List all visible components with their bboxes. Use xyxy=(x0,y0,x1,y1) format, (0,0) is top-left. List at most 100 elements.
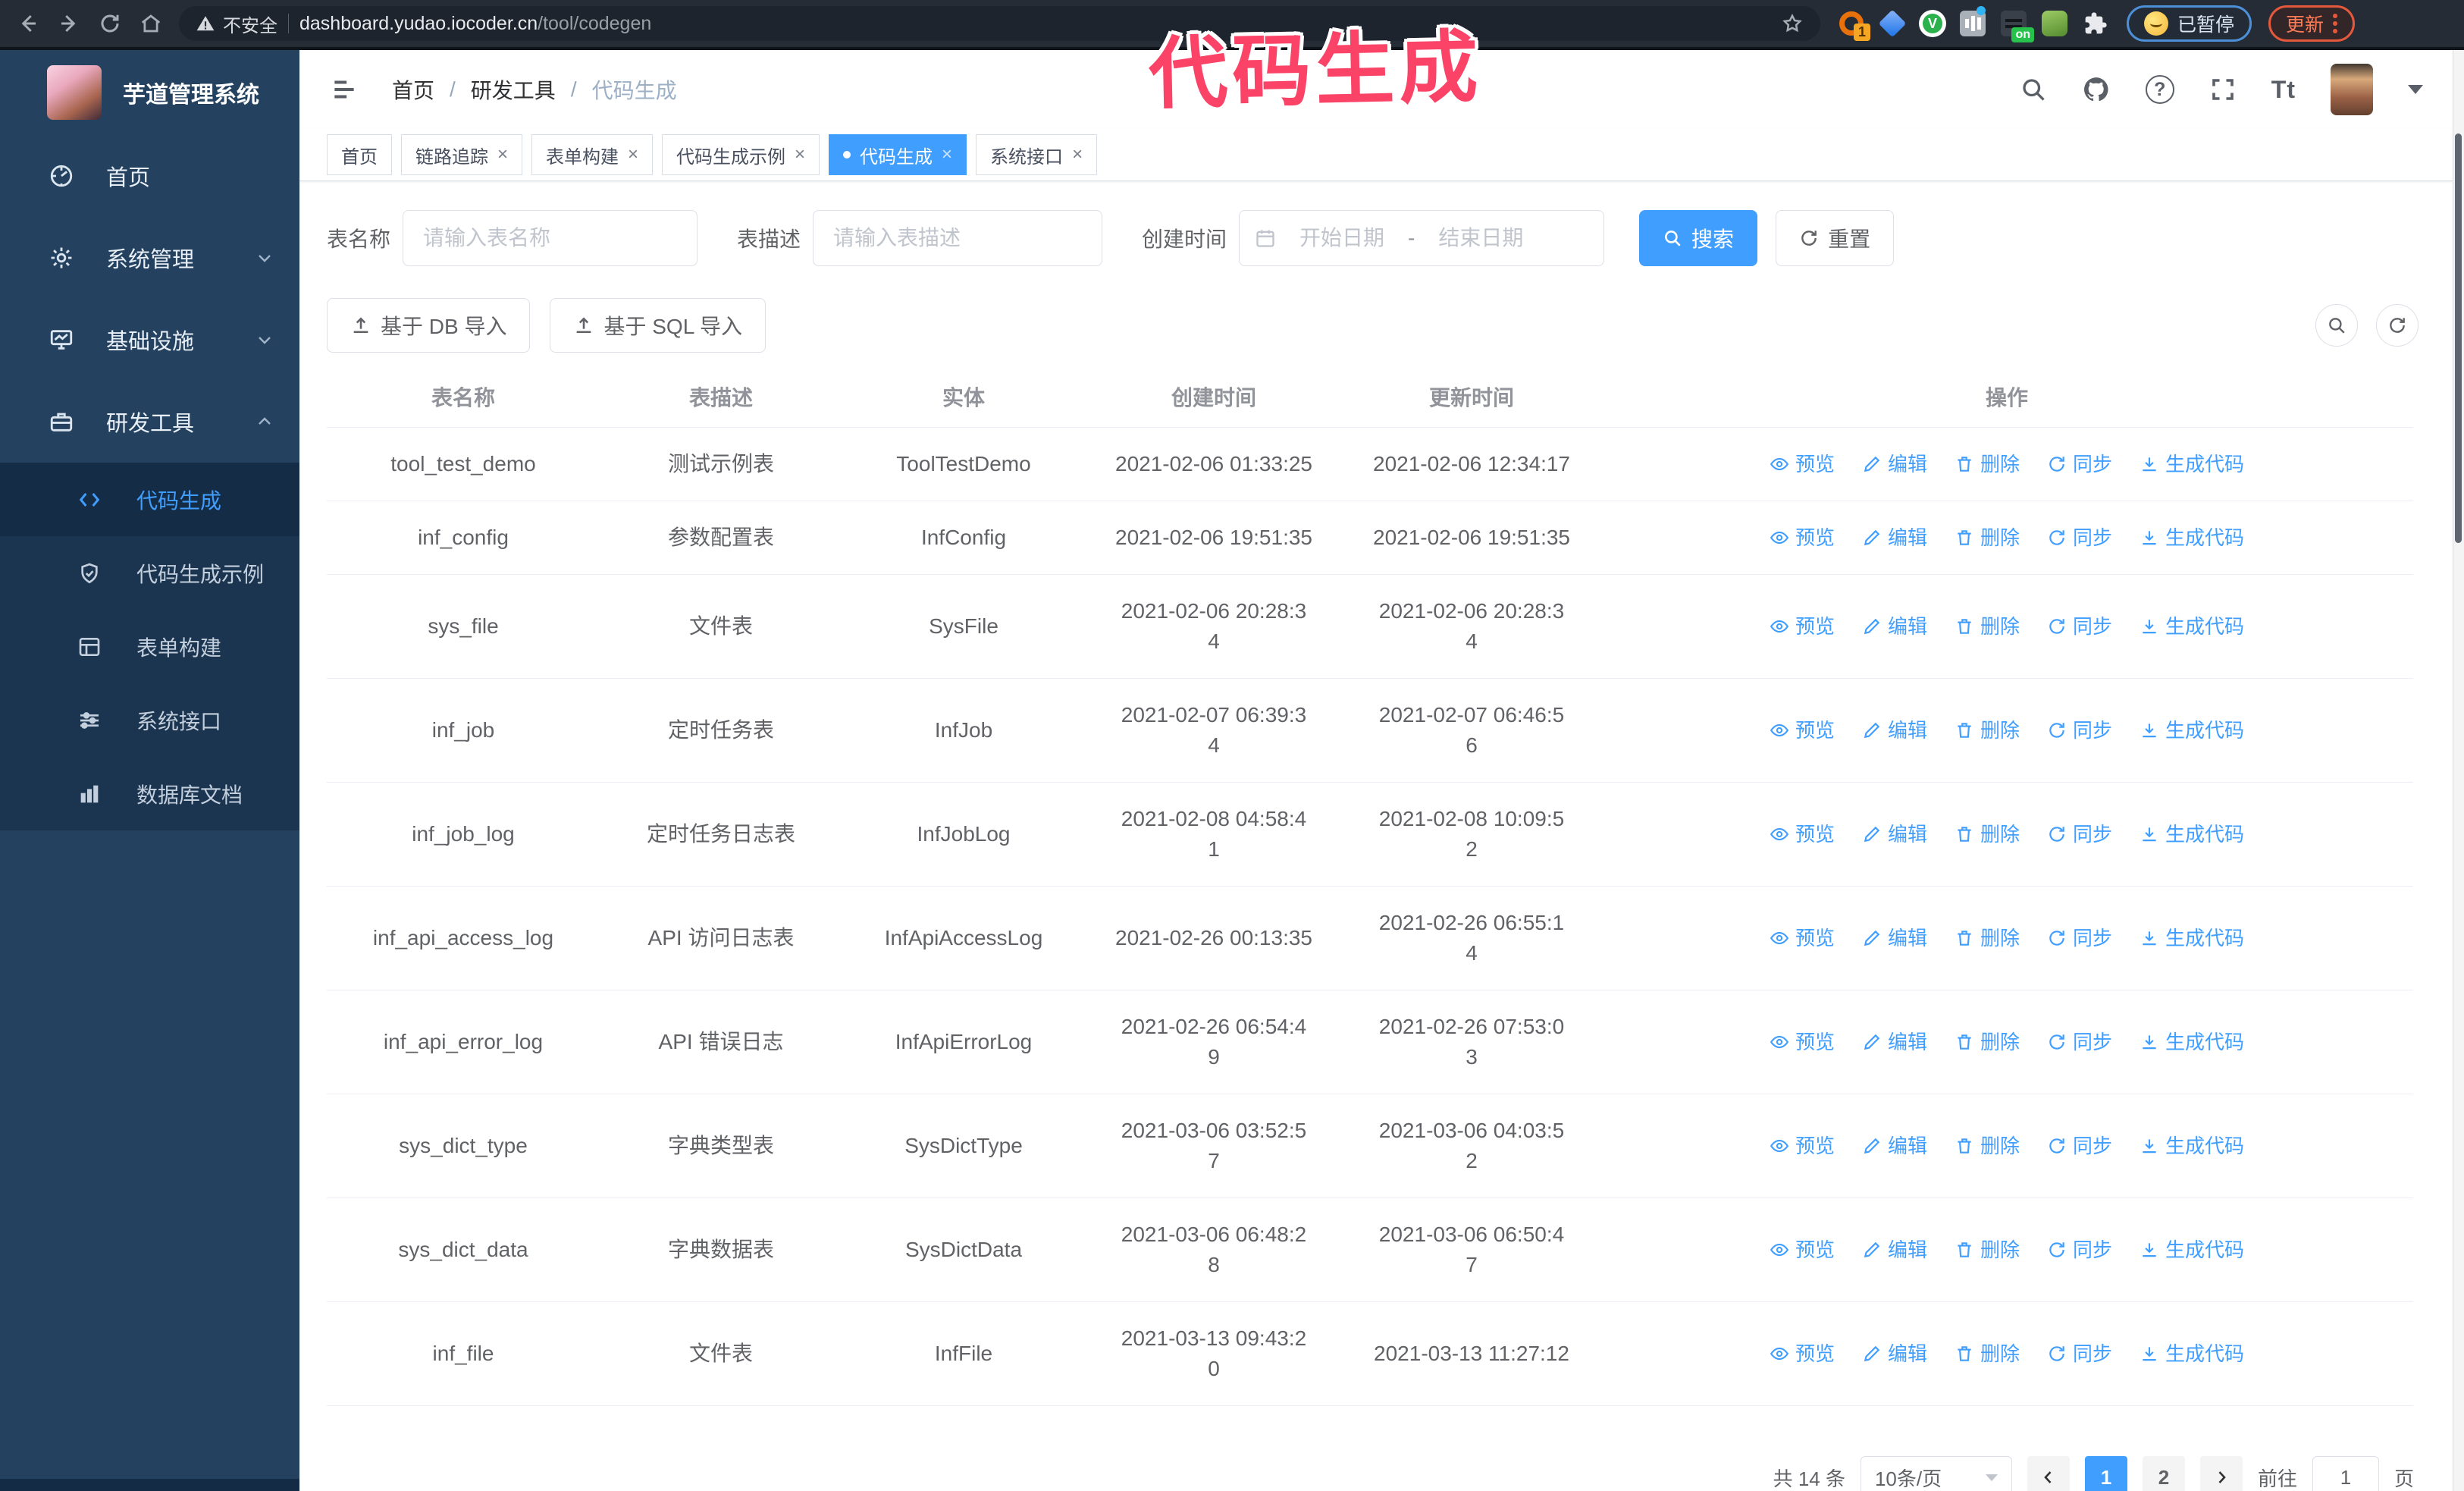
start-date-input[interactable] xyxy=(1284,225,1401,251)
avatar[interactable] xyxy=(2331,64,2373,115)
prev-page-button[interactable] xyxy=(2027,1456,2070,1491)
close-icon[interactable] xyxy=(942,146,952,164)
submenu-item-db-doc[interactable]: 数据库文档 xyxy=(0,757,299,830)
generate-code-link[interactable]: 生成代码 xyxy=(2140,523,2244,553)
delete-link[interactable]: 删除 xyxy=(1955,923,2020,953)
preview-link[interactable]: 预览 xyxy=(1770,1131,1835,1161)
app-logo-row[interactable]: 芋道管理系统 xyxy=(0,50,299,135)
generate-code-link[interactable]: 生成代码 xyxy=(2140,715,2244,746)
sync-link[interactable]: 同步 xyxy=(2047,523,2112,553)
submenu-item-form-builder[interactable]: 表单构建 xyxy=(0,610,299,683)
edit-link[interactable]: 编辑 xyxy=(1862,923,1927,953)
bookmark-star-icon[interactable] xyxy=(1781,12,1804,35)
avatar-caret-icon[interactable] xyxy=(2408,85,2423,94)
db-import-button[interactable]: 基于 DB 导入 xyxy=(327,298,531,353)
generate-code-link[interactable]: 生成代码 xyxy=(2140,1027,2244,1057)
submenu-item-codegen-example[interactable]: 代码生成示例 xyxy=(0,536,299,610)
table-name-input[interactable] xyxy=(403,210,698,266)
paused-chip[interactable]: 已暂停 xyxy=(2127,5,2252,42)
address-bar[interactable]: 不安全 dashboard.yudao.iocoder.cn/tool/code… xyxy=(179,6,1820,41)
preview-link[interactable]: 预览 xyxy=(1770,1027,1835,1057)
tab-tracing[interactable]: 链路追踪 xyxy=(401,134,523,175)
delete-link[interactable]: 删除 xyxy=(1955,523,2020,553)
page-size-select[interactable]: 10条/页 xyxy=(1860,1456,2012,1491)
extensions-puzzle-icon[interactable] xyxy=(2081,9,2110,38)
generate-code-link[interactable]: 生成代码 xyxy=(2140,449,2244,479)
sync-link[interactable]: 同步 xyxy=(2047,1131,2112,1161)
preview-link[interactable]: 预览 xyxy=(1770,1235,1835,1265)
page-scrollbar[interactable] xyxy=(2453,50,2464,1491)
search-button[interactable]: 搜索 xyxy=(1639,210,1758,266)
sql-import-button[interactable]: 基于 SQL 导入 xyxy=(550,298,766,353)
edit-link[interactable]: 编辑 xyxy=(1862,819,1927,849)
edit-link[interactable]: 编辑 xyxy=(1862,449,1927,479)
sync-link[interactable]: 同步 xyxy=(2047,449,2112,479)
submenu-item-codegen[interactable]: 代码生成 xyxy=(0,463,299,536)
sidebar-item-home[interactable]: 首页 xyxy=(0,135,299,217)
sync-link[interactable]: 同步 xyxy=(2047,1339,2112,1369)
edit-link[interactable]: 编辑 xyxy=(1862,523,1927,553)
extension-icon-monkey[interactable] xyxy=(2040,9,2069,38)
sync-link[interactable]: 同步 xyxy=(2047,611,2112,642)
delete-link[interactable]: 删除 xyxy=(1955,715,2020,746)
fullscreen-icon[interactable] xyxy=(2209,76,2237,103)
font-size-icon[interactable]: Tt xyxy=(2271,76,2296,104)
tab-home[interactable]: 首页 xyxy=(327,134,392,175)
extension-icon-columns[interactable] xyxy=(1958,6,1987,38)
page-button-2[interactable]: 2 xyxy=(2142,1456,2185,1491)
breadcrumb-item[interactable]: 首页 xyxy=(392,74,434,105)
github-icon[interactable] xyxy=(2082,75,2111,104)
reset-button[interactable]: 重置 xyxy=(1776,210,1895,266)
end-date-input[interactable] xyxy=(1422,225,1540,251)
generate-code-link[interactable]: 生成代码 xyxy=(2140,611,2244,642)
tab-system-api[interactable]: 系统接口 xyxy=(976,134,1098,175)
delete-link[interactable]: 删除 xyxy=(1955,449,2020,479)
refresh-table-button[interactable] xyxy=(2376,304,2419,347)
toggle-search-button[interactable] xyxy=(2315,304,2358,347)
edit-link[interactable]: 编辑 xyxy=(1862,1339,1927,1369)
update-chip[interactable]: 更新 xyxy=(2268,5,2356,42)
forward-icon[interactable] xyxy=(52,6,86,41)
generate-code-link[interactable]: 生成代码 xyxy=(2140,819,2244,849)
preview-link[interactable]: 预览 xyxy=(1770,611,1835,642)
preview-link[interactable]: 预览 xyxy=(1770,715,1835,746)
sidebar-item-system[interactable]: 系统管理 xyxy=(0,217,299,299)
kebab-menu-icon[interactable] xyxy=(2333,14,2338,33)
table-desc-input[interactable] xyxy=(813,210,1103,266)
close-icon[interactable] xyxy=(795,146,805,164)
generate-code-link[interactable]: 生成代码 xyxy=(2140,923,2244,953)
date-range-picker[interactable]: - xyxy=(1239,210,1605,266)
sidebar-collapse-bar[interactable] xyxy=(0,1479,299,1491)
sync-link[interactable]: 同步 xyxy=(2047,819,2112,849)
sync-link[interactable]: 同步 xyxy=(2047,1027,2112,1057)
close-icon[interactable] xyxy=(497,146,508,164)
extension-icon-check[interactable]: V xyxy=(1919,10,1946,37)
preview-link[interactable]: 预览 xyxy=(1770,923,1835,953)
search-icon[interactable] xyxy=(2020,76,2047,103)
delete-link[interactable]: 删除 xyxy=(1955,1235,2020,1265)
sync-link[interactable]: 同步 xyxy=(2047,715,2112,746)
preview-link[interactable]: 预览 xyxy=(1770,1339,1835,1369)
edit-link[interactable]: 编辑 xyxy=(1862,611,1927,642)
delete-link[interactable]: 删除 xyxy=(1955,1339,2020,1369)
edit-link[interactable]: 编辑 xyxy=(1862,715,1927,746)
next-page-button[interactable] xyxy=(2199,1456,2243,1491)
home-icon[interactable] xyxy=(133,6,168,41)
preview-link[interactable]: 预览 xyxy=(1770,523,1835,553)
back-icon[interactable] xyxy=(11,6,45,41)
generate-code-link[interactable]: 生成代码 xyxy=(2140,1131,2244,1161)
delete-link[interactable]: 删除 xyxy=(1955,1027,2020,1057)
edit-link[interactable]: 编辑 xyxy=(1862,1235,1927,1265)
edit-link[interactable]: 编辑 xyxy=(1862,1027,1927,1057)
hamburger-icon[interactable] xyxy=(330,75,359,104)
close-icon[interactable] xyxy=(1072,146,1083,164)
tab-form-builder[interactable]: 表单构建 xyxy=(531,134,654,175)
reload-icon[interactable] xyxy=(92,6,127,41)
delete-link[interactable]: 删除 xyxy=(1955,819,2020,849)
preview-link[interactable]: 预览 xyxy=(1770,819,1835,849)
goto-page-input[interactable] xyxy=(2312,1456,2379,1491)
sidebar-item-infra[interactable]: 基础设施 xyxy=(0,299,299,381)
extension-icon-diamond[interactable] xyxy=(1878,9,1907,38)
generate-code-link[interactable]: 生成代码 xyxy=(2140,1339,2244,1369)
edit-link[interactable]: 编辑 xyxy=(1862,1131,1927,1161)
